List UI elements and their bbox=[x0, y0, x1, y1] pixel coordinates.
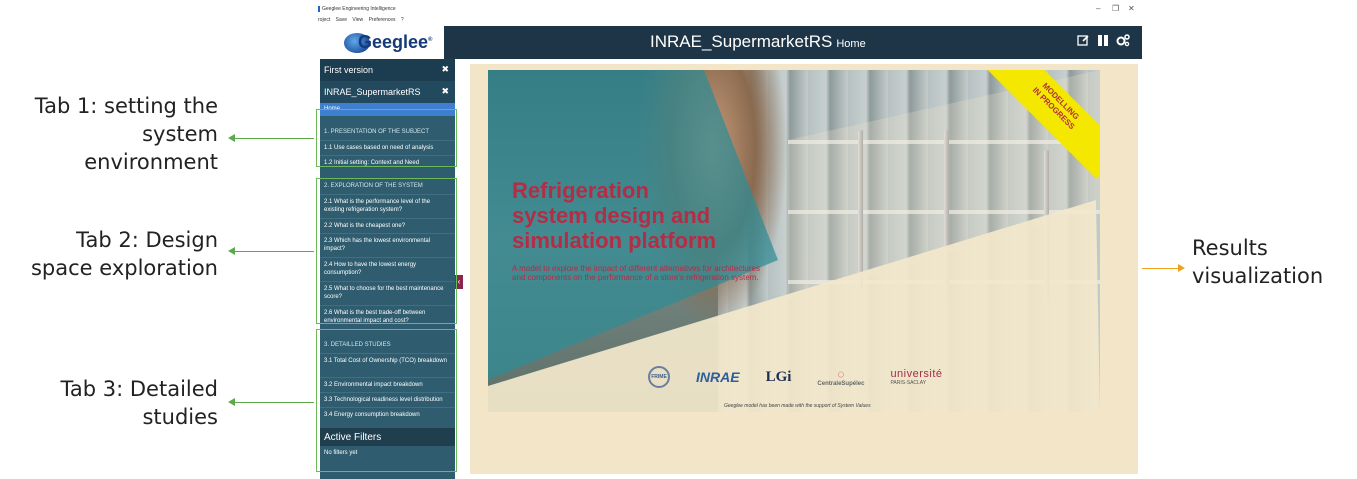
annotation-tab2-line2: space exploration bbox=[30, 256, 218, 280]
version-tab-first[interactable]: First version ✖ bbox=[320, 59, 455, 81]
columns-icon[interactable] bbox=[1096, 34, 1110, 48]
window-titlebar: Geeglee Engineering Intelligence bbox=[314, 4, 1142, 15]
menu-bar: roject Save View Preferences ? bbox=[314, 15, 408, 26]
edit-icon[interactable] bbox=[1076, 34, 1090, 48]
geeglee-logo: Geeglee® bbox=[314, 26, 444, 59]
hero-banner: Refrigeration system design and simulati… bbox=[488, 70, 1100, 412]
centralesupelec-logo: ◌ CentraleSupélec bbox=[817, 367, 864, 387]
annotation-tab2: Tab 2: Design space exploration bbox=[0, 226, 218, 282]
centralesupelec-mark-icon: ◌ bbox=[837, 367, 845, 381]
tab3-highlight-box bbox=[316, 329, 457, 472]
tab1-highlight-box bbox=[316, 109, 457, 167]
annotation-tab1-line3: environment bbox=[84, 150, 218, 174]
frime-logo-text: FRIME bbox=[651, 374, 667, 380]
frime-logo: FRIME bbox=[648, 366, 670, 388]
annotation-tab1-line2: system bbox=[142, 122, 218, 146]
close-icon[interactable]: ✖ bbox=[441, 86, 449, 97]
inrae-logo: INRAE bbox=[696, 369, 740, 385]
settings-icon[interactable] bbox=[1116, 34, 1130, 48]
partner-logos: FRIME INRAE LGi ◌ CentraleSupélec univer… bbox=[648, 366, 943, 388]
header-toolbar bbox=[1076, 34, 1130, 48]
arrow-right-icon bbox=[1178, 264, 1185, 272]
menu-save[interactable]: Save bbox=[336, 17, 347, 23]
close-button[interactable]: ✕ bbox=[1128, 4, 1135, 13]
paris-saclay-text: université bbox=[890, 368, 943, 380]
project-title: INRAE_SupermarketRS bbox=[650, 32, 833, 51]
annotation-results-line1: Results bbox=[1192, 236, 1268, 260]
hero-title-line1: Refrigeration bbox=[512, 178, 649, 203]
version-label: INRAE_SupermarketRS bbox=[324, 87, 421, 97]
maximize-button[interactable]: ❐ bbox=[1112, 4, 1119, 13]
annotation-tab1: Tab 1: setting the system environment bbox=[0, 92, 218, 176]
centralesupelec-text: CentraleSupélec bbox=[817, 381, 865, 387]
paris-saclay-logo: université PARIS-SACLAY bbox=[890, 368, 942, 386]
lgi-logo: LGi bbox=[765, 368, 792, 385]
logo-trademark: ® bbox=[428, 37, 433, 43]
menu-preferences[interactable]: Preferences bbox=[369, 17, 396, 23]
annotation-results-line2: visualization bbox=[1192, 264, 1324, 288]
hero-title-line3: simulation platform bbox=[512, 228, 717, 253]
annotation-tab3: Tab 3: Detailed studies bbox=[0, 375, 218, 431]
annotation-connector bbox=[234, 251, 316, 252]
page-title: INRAE_SupermarketRS Home bbox=[650, 32, 866, 52]
page-label: Home bbox=[836, 38, 866, 50]
annotation-tab1-line1: Tab 1: setting the bbox=[34, 94, 218, 118]
results-panel: Refrigeration system design and simulati… bbox=[470, 64, 1138, 474]
menu-project[interactable]: roject bbox=[318, 17, 330, 23]
minimize-button[interactable]: – bbox=[1096, 4, 1100, 13]
paris-saclay-subtext: PARIS-SACLAY bbox=[890, 380, 927, 386]
support-note: Geeglee model has been made with the sup… bbox=[724, 403, 871, 409]
hero-title: Refrigeration system design and simulati… bbox=[512, 178, 716, 253]
app-icon bbox=[318, 6, 320, 12]
app-header: Geeglee® INRAE_SupermarketRS Home bbox=[314, 26, 1142, 59]
annotation-tab2-line1: Tab 2: Design bbox=[76, 228, 218, 252]
annotation-tab3-line2: studies bbox=[142, 405, 218, 429]
annotation-connector bbox=[234, 138, 316, 139]
annotation-results: Results visualization bbox=[1192, 234, 1352, 290]
version-label: First version bbox=[324, 65, 374, 75]
annotation-tab3-line1: Tab 3: Detailed bbox=[60, 377, 218, 401]
tab2-highlight-box bbox=[316, 178, 457, 324]
menu-view[interactable]: View bbox=[352, 17, 363, 23]
hero-description: A model to explore the impact of differe… bbox=[512, 264, 760, 282]
close-icon[interactable]: ✖ bbox=[441, 64, 449, 75]
logo-wordmark: Geeglee bbox=[358, 32, 429, 52]
hero-title-line2: system design and bbox=[512, 203, 711, 228]
menu-help[interactable]: ? bbox=[401, 17, 404, 23]
window-title: Geeglee Engineering Intelligence bbox=[322, 6, 396, 12]
logo-text: Geeglee® bbox=[358, 32, 432, 53]
version-tab-inrae[interactable]: INRAE_SupermarketRS ✖ bbox=[320, 81, 455, 103]
annotation-connector bbox=[234, 402, 316, 403]
